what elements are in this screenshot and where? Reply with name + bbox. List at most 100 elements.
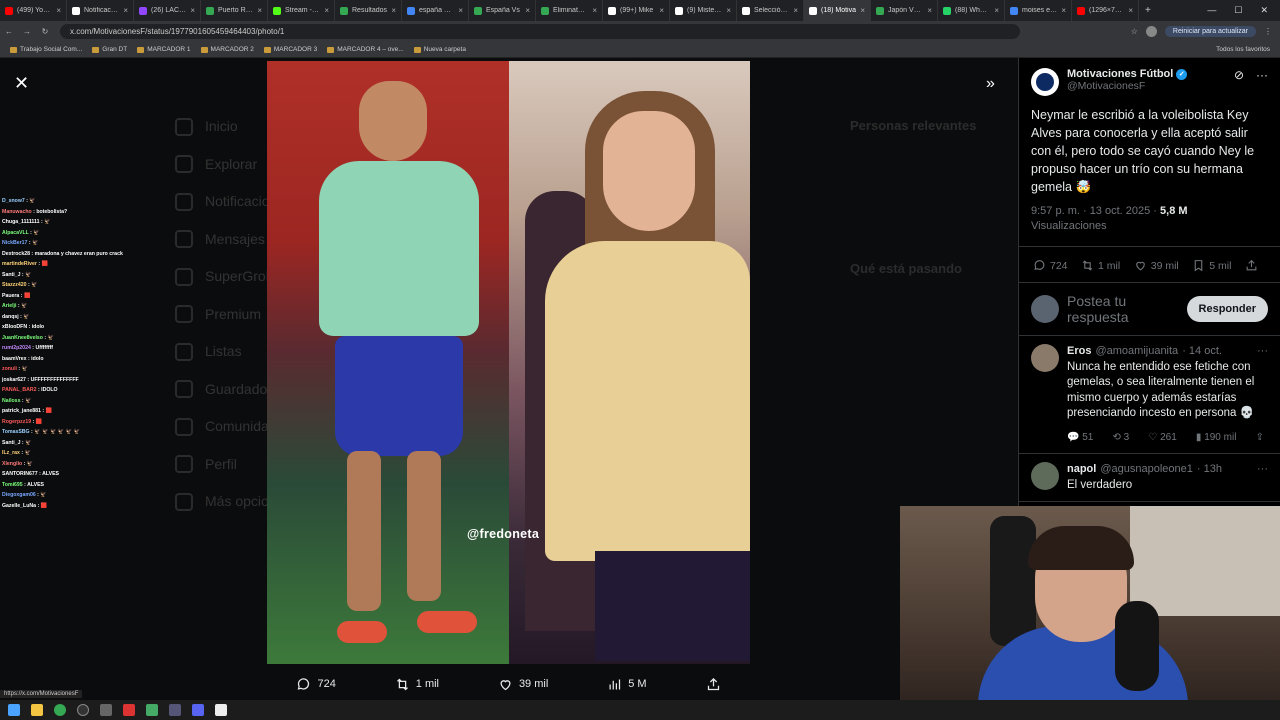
chat-username[interactable]: AlpacaVLL — [2, 230, 29, 236]
chrome-icon[interactable] — [54, 704, 66, 716]
browser-tab[interactable]: (18) Motiva × — [804, 0, 871, 21]
bookmark-item[interactable]: Gran DT — [92, 46, 127, 53]
obs-icon[interactable] — [77, 704, 89, 716]
chat-username[interactable]: Rogerpzz19 — [2, 419, 31, 425]
browser-tab[interactable]: Notificaciones × — [67, 0, 134, 21]
commenter-name[interactable]: napol — [1067, 462, 1096, 478]
chat-username[interactable]: danqsj — [2, 314, 19, 320]
chat-username[interactable]: zonuli — [2, 366, 17, 372]
browser-tab[interactable]: Resultados × — [335, 0, 402, 21]
comment-date[interactable]: · 14 oct. — [1182, 344, 1222, 360]
tab-close-icon[interactable]: × — [927, 6, 932, 15]
browser-tab[interactable]: (1296×720) × — [1072, 0, 1139, 21]
browser-tab[interactable]: Japón Vs B × — [871, 0, 938, 21]
chat-username[interactable]: TomasSBG — [2, 429, 30, 435]
recorder-icon[interactable] — [123, 704, 135, 716]
chat-username[interactable]: Pauera — [2, 293, 19, 299]
reply-submit-button[interactable]: Responder — [1186, 296, 1268, 322]
tab-close-icon[interactable]: × — [123, 6, 128, 15]
comment-share-icon[interactable]: ⇪ — [1256, 430, 1264, 446]
tab-close-icon[interactable]: × — [391, 6, 396, 15]
tab-close-icon[interactable]: × — [525, 6, 530, 15]
file-explorer-icon[interactable] — [31, 704, 43, 716]
bookmark-item[interactable]: MARCADOR 2 — [200, 46, 254, 53]
app-icon[interactable] — [100, 704, 112, 716]
menu-icon[interactable]: ⋮ — [1264, 27, 1272, 36]
bookmark-item[interactable]: Trabajo Social Com... — [10, 46, 82, 53]
browser-tab[interactable]: (26) LACOBRAA × — [134, 0, 201, 21]
reply-button[interactable]: 724 — [1033, 259, 1068, 272]
browser-tab[interactable]: España Vs × — [469, 0, 536, 21]
author-handle[interactable]: @MotivacionesF — [1067, 80, 1187, 92]
maximize-icon[interactable]: ☐ — [1234, 5, 1242, 16]
discord-icon[interactable] — [192, 704, 204, 716]
tab-close-icon[interactable]: × — [994, 6, 999, 15]
tab-close-icon[interactable]: × — [56, 6, 61, 15]
tab-close-icon[interactable]: × — [592, 6, 597, 15]
app-icon[interactable] — [169, 704, 181, 716]
share-button[interactable] — [1245, 259, 1258, 272]
bookmark-item[interactable]: Nueva carpeta — [413, 46, 466, 53]
comment-like-count[interactable]: ♡ 261 — [1148, 430, 1176, 446]
comment-repost-count[interactable]: ⟲ 3 — [1112, 430, 1129, 446]
chat-username[interactable]: Gazelle_LuNa — [2, 503, 36, 509]
chat-username[interactable]: Arielji — [2, 303, 16, 309]
chat-username[interactable]: Santi_J — [2, 440, 20, 446]
commenter-handle[interactable]: @agusnapoleone1 — [1100, 462, 1193, 478]
tab-close-icon[interactable]: × — [1061, 6, 1066, 15]
commenter-avatar[interactable] — [1031, 462, 1059, 490]
tab-close-icon[interactable]: × — [257, 6, 262, 15]
chat-username[interactable]: joskar627 — [2, 377, 26, 383]
like-button[interactable]: 39 mil — [1134, 259, 1179, 272]
chat-username[interactable]: D_snow7 — [2, 198, 25, 204]
browser-tab[interactable]: (9) MisterCh × — [670, 0, 737, 21]
chat-username[interactable]: Manuwacho — [2, 209, 32, 215]
comment-more-icon[interactable]: ··· — [1257, 344, 1268, 360]
tab-close-icon[interactable]: × — [793, 6, 798, 15]
tab-close-icon[interactable]: × — [458, 6, 463, 15]
chat-username[interactable]: xBlooDFN — [2, 324, 27, 330]
tab-close-icon[interactable]: × — [726, 6, 731, 15]
chat-username[interactable]: patrick_jane881 — [2, 408, 41, 414]
browser-tab[interactable]: Stream - Kick× — [268, 0, 335, 21]
repost-button[interactable]: 1 mil — [1081, 259, 1120, 272]
more-options-icon[interactable]: ··· — [1256, 68, 1268, 96]
grok-icon[interactable]: ⊘ — [1234, 68, 1244, 96]
back-icon[interactable]: ← — [0, 27, 18, 36]
photo-reply-button[interactable]: 724 — [296, 677, 336, 692]
windows-start-icon[interactable] — [8, 704, 20, 716]
forward-icon[interactable]: → — [18, 27, 36, 36]
chat-username[interactable]: Tomi695 — [2, 482, 23, 488]
tab-close-icon[interactable]: × — [659, 6, 664, 15]
comment-views-count[interactable]: ▮ 190 mil — [1196, 430, 1237, 446]
user-avatar[interactable] — [1031, 295, 1059, 323]
tab-close-icon[interactable]: × — [1128, 6, 1133, 15]
chat-username[interactable]: Diegoxgam06 — [2, 492, 36, 498]
chat-username[interactable]: Stazzz420 — [2, 282, 27, 288]
chat-username[interactable]: Santi_J — [2, 272, 20, 278]
commenter-name[interactable]: Eros — [1067, 344, 1091, 360]
photo-share-button[interactable] — [706, 677, 721, 692]
chat-username[interactable]: JuanKnee8velso — [2, 335, 43, 341]
browser-tab[interactable]: (499) YouTube × — [0, 0, 67, 21]
chat-username[interactable]: baamVrex — [2, 356, 27, 362]
chat-username[interactable]: NickBer17 — [2, 240, 27, 246]
chat-username[interactable]: Dextrock28 — [2, 251, 30, 257]
comment[interactable]: napol @agusnapoleone1 · 13h ··· El verda… — [1019, 454, 1280, 502]
chat-username[interactable]: Nailoss — [2, 398, 20, 404]
browser-tab[interactable]: Eliminatorias × — [536, 0, 603, 21]
chat-username[interactable]: Xlenglio — [2, 461, 22, 467]
browser-tab[interactable]: moises ecua× — [1005, 0, 1072, 21]
reload-icon[interactable]: ↻ — [36, 27, 54, 36]
close-icon[interactable]: ✕ — [14, 74, 29, 92]
update-button[interactable]: Reiniciar para actualizar — [1164, 26, 1256, 37]
bookmark-button[interactable]: 5 mil — [1192, 259, 1231, 272]
star-icon[interactable]: ☆ — [1131, 27, 1138, 36]
photo-views-button[interactable]: 5 M — [607, 677, 647, 692]
app-icon[interactable] — [146, 704, 158, 716]
author-avatar[interactable] — [1031, 68, 1059, 96]
commenter-avatar[interactable] — [1031, 344, 1059, 372]
comment-more-icon[interactable]: ··· — [1257, 462, 1268, 478]
chat-username[interactable]: SANTORIN677 — [2, 471, 38, 477]
browser-tab[interactable]: españa ultim × — [402, 0, 469, 21]
